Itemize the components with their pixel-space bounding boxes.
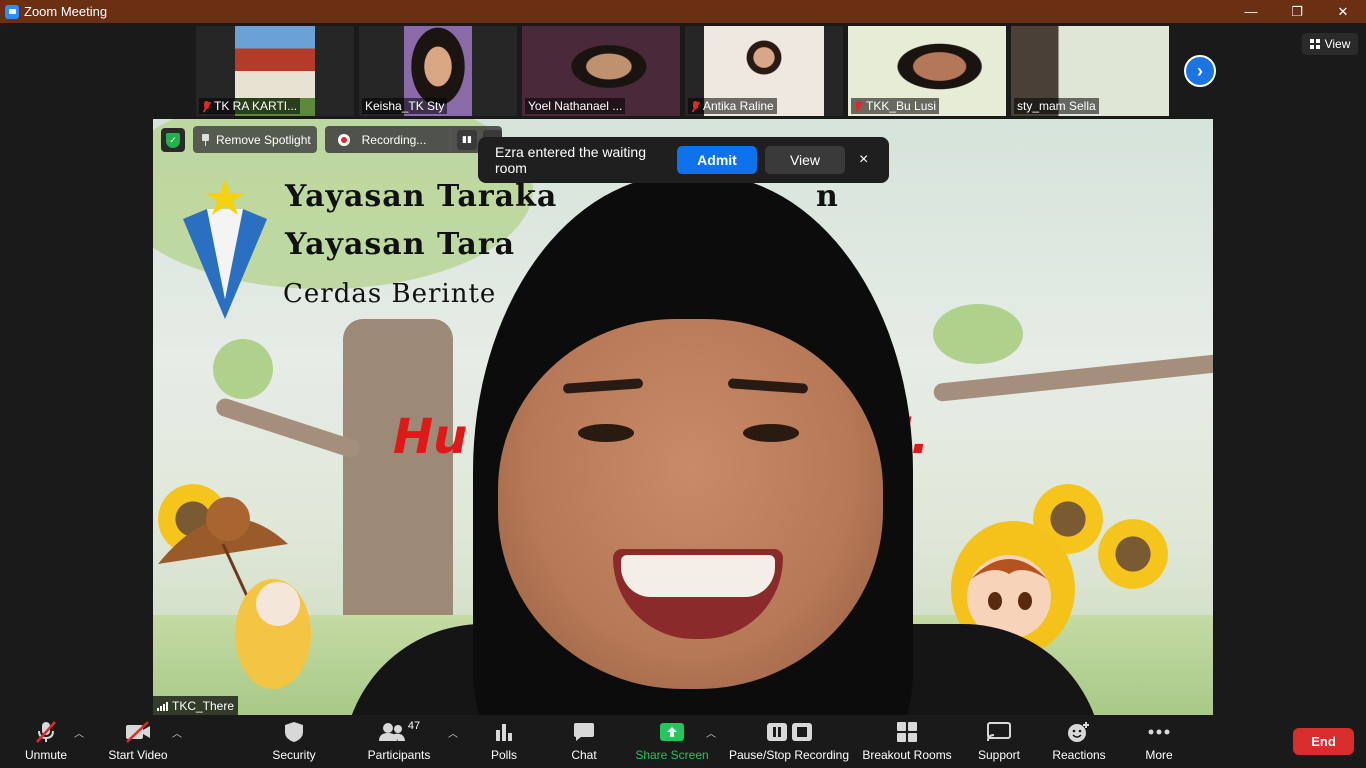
speaker-eye: [743, 424, 799, 442]
participant-thumbnail[interactable]: TKK_Bu Lusi: [848, 26, 1006, 116]
remove-spotlight-button[interactable]: Remove Spotlight: [193, 126, 317, 153]
remove-spotlight-label: Remove Spotlight: [216, 132, 311, 147]
participant-name: sty_mam Sella: [1017, 99, 1096, 113]
mic-muted-icon: [34, 719, 58, 745]
polls-icon: [494, 719, 514, 745]
pin-icon: [201, 133, 210, 146]
background-heading-1: Yayasan Taraka: [285, 179, 558, 214]
chat-button[interactable]: Chat: [568, 719, 600, 767]
start-video-button[interactable]: Start Video: [106, 719, 170, 767]
chat-label: Chat: [571, 748, 597, 762]
sunflower: [1098, 519, 1168, 589]
mic-muted-icon: [854, 100, 863, 112]
title-bar: Zoom Meeting — ❐ ✕: [0, 0, 1366, 23]
participants-icon: [378, 723, 405, 741]
meeting-toolbar: Unmute ︿ Start Video ︿ Security 47 Parti…: [0, 715, 1366, 768]
tree-foliage: [213, 339, 273, 399]
share-screen-label: Share Screen: [635, 748, 709, 762]
security-button[interactable]: Security: [268, 719, 320, 767]
speaker-name: TKC_There: [172, 698, 235, 713]
participant-name: Keisha_TK Sty: [365, 99, 445, 113]
view-button[interactable]: View: [1302, 33, 1358, 55]
speaker-name-tag: TKC_There: [153, 696, 239, 715]
participant-name: Yoel Nathanael ...: [528, 99, 623, 113]
participant-thumbnail[interactable]: Antika Raline: [685, 26, 843, 116]
video-off-icon: [124, 719, 152, 745]
mic-muted-icon: [691, 100, 700, 112]
next-page-arrow-icon[interactable]: ›: [1184, 55, 1216, 87]
pause-recording-icon[interactable]: ▮▮: [457, 129, 477, 150]
encryption-shield-icon[interactable]: ✓: [161, 128, 185, 152]
breakout-rooms-label: Breakout Rooms: [862, 748, 952, 762]
admit-button[interactable]: Admit: [677, 146, 757, 174]
participants-button[interactable]: 47 Participants: [366, 719, 432, 767]
participant-count: 47: [407, 720, 421, 732]
participant-thumbnail[interactable]: Yoel Nathanael ...: [522, 26, 680, 116]
pause-stop-recording-label: Pause/Stop Recording: [728, 748, 850, 762]
recording-status: Recording...: [361, 132, 427, 147]
signal-strength-icon: [157, 701, 168, 711]
background-heading-1-end: n: [816, 179, 839, 214]
stop-icon: [791, 723, 812, 741]
start-video-label: Start Video: [108, 748, 168, 762]
main-video[interactable]: Yayasan Taraka n Yayasan Tara Cerdas Ber…: [153, 119, 1213, 715]
breakout-rooms-button[interactable]: Breakout Rooms: [862, 719, 952, 767]
waiting-room-message: Ezra entered the waiting room: [495, 144, 646, 176]
participant-name: TK RA KARTI...: [214, 99, 298, 113]
support-label: Support: [977, 748, 1021, 762]
participants-options-caret-icon[interactable]: ︿: [448, 725, 458, 740]
support-button[interactable]: Support: [974, 719, 1024, 767]
unmute-label: Unmute: [24, 748, 68, 762]
more-button[interactable]: More: [1140, 719, 1178, 767]
school-logo: [183, 179, 267, 319]
video-options-caret-icon[interactable]: ︿: [172, 725, 182, 740]
pause-icon: [766, 723, 787, 741]
zoom-app-icon: [5, 4, 19, 19]
minimize-button[interactable]: —: [1228, 0, 1274, 23]
restore-button[interactable]: ❐: [1274, 0, 1320, 23]
participant-thumbnail[interactable]: sty_mam Sella: [1011, 26, 1169, 116]
background-heading-2: Yayasan Tara: [285, 227, 516, 262]
more-label: More: [1145, 748, 1173, 762]
chat-bubble-icon: [573, 719, 595, 745]
polls-button[interactable]: Polls: [488, 719, 520, 767]
participant-name: TKK_Bu Lusi: [866, 99, 937, 113]
share-screen-icon: [659, 719, 685, 745]
view-button-label: View: [1324, 37, 1351, 51]
end-meeting-button[interactable]: End: [1293, 728, 1354, 755]
share-options-caret-icon[interactable]: ︿: [706, 725, 716, 740]
participant-filmstrip: TK RA KARTI... Keisha_TK Sty Yoel Nathan…: [0, 23, 1366, 119]
support-screen-icon: [986, 719, 1012, 745]
window-title: Zoom Meeting: [24, 4, 108, 19]
breakout-rooms-icon: [896, 719, 918, 745]
background-subheading: Cerdas Berinte: [283, 279, 497, 309]
recording-dot-icon: [338, 133, 350, 146]
share-screen-button[interactable]: Share Screen: [635, 719, 709, 767]
participants-label: Participants: [367, 748, 431, 762]
polls-label: Polls: [490, 748, 517, 762]
grid-view-icon: [1309, 39, 1320, 49]
security-label: Security: [272, 748, 316, 762]
more-dots-icon: [1147, 719, 1171, 745]
mic-muted-icon: [202, 100, 211, 112]
participant-thumbnail[interactable]: Keisha_TK Sty: [359, 26, 517, 116]
participant-name: Antika Raline: [703, 99, 774, 113]
speaker-eye: [578, 424, 634, 442]
security-shield-icon: [284, 719, 304, 745]
recording-indicator: Recording... ▮▮ ■: [325, 126, 502, 153]
reactions-label: Reactions: [1052, 748, 1106, 762]
view-waiting-room-button[interactable]: View: [765, 146, 845, 174]
reactions-smiley-icon: [1067, 719, 1091, 745]
participant-thumbnail[interactable]: TK RA KARTI...: [196, 26, 354, 116]
close-window-button[interactable]: ✕: [1320, 0, 1366, 23]
tree-foliage: [933, 304, 1023, 364]
unmute-button[interactable]: Unmute: [20, 719, 72, 767]
audio-options-caret-icon[interactable]: ︿: [74, 725, 84, 740]
pause-stop-recording-button[interactable]: Pause/Stop Recording: [728, 719, 850, 767]
reactions-button[interactable]: Reactions: [1050, 719, 1108, 767]
close-notification-icon[interactable]: ×: [859, 151, 868, 169]
bear-umbrella-illustration: [158, 497, 311, 689]
background-deco-left: Hu: [393, 409, 468, 465]
waiting-room-notification: Ezra entered the waiting room Admit View…: [478, 137, 889, 183]
